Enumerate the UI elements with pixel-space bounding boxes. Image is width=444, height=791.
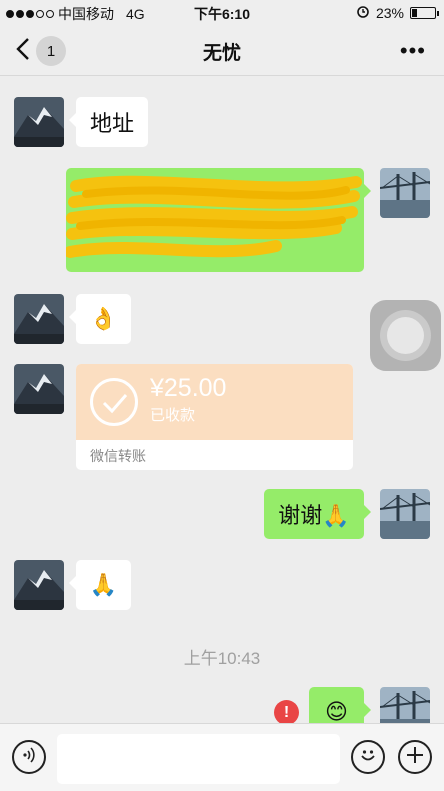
transfer-header: ¥25.00 已收款 bbox=[76, 364, 353, 440]
chat-input-bar bbox=[0, 723, 444, 791]
battery-icon bbox=[410, 6, 439, 19]
contact-avatar[interactable] bbox=[14, 294, 64, 344]
message-bubble-incoming[interactable]: 👌 bbox=[69, 294, 131, 344]
emoji-button[interactable] bbox=[351, 740, 385, 774]
send-failed-icon[interactable]: ! bbox=[274, 700, 299, 725]
chat-header: 1 无忧 ••• bbox=[0, 24, 444, 76]
message-bubble-incoming[interactable]: 地址 bbox=[68, 97, 149, 147]
message-bubble-incoming[interactable]: 🙏 bbox=[69, 560, 131, 610]
transfer-footer: 微信转账 bbox=[90, 448, 146, 464]
alarm-icon bbox=[356, 4, 370, 21]
my-avatar[interactable] bbox=[380, 489, 430, 539]
message-text: 地址 bbox=[90, 111, 135, 136]
status-right: 23% bbox=[356, 4, 439, 21]
add-button[interactable] bbox=[398, 740, 432, 774]
message-bubble-outgoing[interactable] bbox=[66, 168, 371, 272]
message-input[interactable] bbox=[57, 734, 340, 784]
assistive-touch-button[interactable] bbox=[370, 300, 441, 371]
pray-emoji: 🙏 bbox=[89, 572, 118, 597]
message-bubble-outgoing[interactable]: 谢谢🙏 bbox=[264, 489, 371, 539]
smile-emoji: 😊 bbox=[325, 699, 348, 724]
contact-avatar[interactable] bbox=[14, 364, 64, 414]
money-transfer-card[interactable]: ¥25.00 已收款 微信转账 bbox=[76, 364, 353, 470]
chat-title: 无忧 bbox=[202, 43, 241, 64]
my-avatar[interactable] bbox=[380, 168, 430, 218]
plus-icon bbox=[405, 745, 425, 770]
ok-hand-emoji: 👌 bbox=[89, 306, 118, 331]
message-text: 谢谢🙏 bbox=[278, 503, 350, 528]
transfer-amount: ¥25.00 bbox=[150, 374, 227, 402]
status-bar: 中国移动 4G 下午6:10 23% bbox=[0, 0, 444, 24]
smiley-icon bbox=[357, 744, 379, 771]
voice-icon bbox=[20, 746, 38, 769]
message-timestamp: 上午10:43 bbox=[183, 649, 261, 668]
more-options-button[interactable]: ••• bbox=[400, 38, 426, 64]
transfer-status: 已收款 bbox=[150, 407, 196, 424]
check-icon bbox=[90, 378, 138, 426]
contact-avatar[interactable] bbox=[14, 560, 64, 610]
redaction-scribble bbox=[66, 175, 362, 258]
contact-avatar[interactable] bbox=[14, 97, 64, 147]
voice-input-button[interactable] bbox=[12, 740, 46, 774]
battery-percent: 23% bbox=[375, 4, 404, 21]
